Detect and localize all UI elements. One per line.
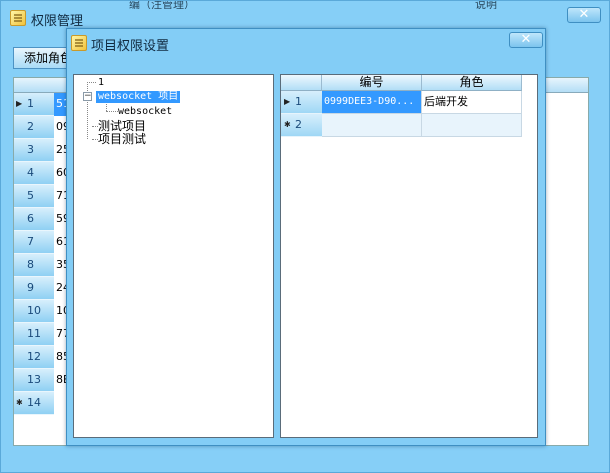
id-cell[interactable]: 0999DEE3-D90... bbox=[322, 91, 422, 114]
sticky-note-icon bbox=[71, 35, 87, 51]
close-icon: ✕ bbox=[578, 7, 590, 22]
close-button[interactable]: ✕ bbox=[567, 7, 601, 23]
column-header-id[interactable]: 编号 bbox=[322, 75, 422, 91]
row-header[interactable]: 9 bbox=[14, 277, 54, 300]
row-header[interactable]: 7 bbox=[14, 231, 54, 254]
tree-node-root[interactable]: 1 bbox=[98, 77, 104, 89]
project-permission-dialog: 项目权限设置 ✕ 1 − websocket 项目 websocket 测试项目… bbox=[66, 28, 546, 446]
row-header[interactable]: 11 bbox=[14, 323, 54, 346]
collapse-icon[interactable]: − bbox=[83, 92, 92, 101]
row-header[interactable]: 8 bbox=[14, 254, 54, 277]
row-header[interactable]: 3 bbox=[14, 139, 54, 162]
table-row-new[interactable]: ✱ 2 bbox=[281, 114, 522, 137]
tree-node-websocket[interactable]: websocket bbox=[118, 106, 172, 118]
sticky-note-icon bbox=[10, 10, 26, 26]
row-header[interactable]: 13 bbox=[14, 369, 54, 392]
row-header[interactable]: 4 bbox=[14, 162, 54, 185]
tree-connector bbox=[87, 82, 96, 83]
role-cell[interactable]: 后端开发 bbox=[422, 91, 522, 114]
window-title: 权限管理 bbox=[31, 14, 84, 29]
dialog-title: 项目权限设置 bbox=[91, 39, 170, 54]
row-number: 1 bbox=[295, 95, 302, 108]
tree-connector bbox=[106, 111, 118, 112]
grid-header: 编号 角色 bbox=[281, 75, 522, 91]
row-header[interactable]: 5 bbox=[14, 185, 54, 208]
partial-column-header: 编（注管理） bbox=[129, 1, 195, 9]
tree-node-test-project[interactable]: 测试项目 bbox=[98, 120, 146, 132]
dialog-close-button[interactable]: ✕ bbox=[509, 32, 543, 48]
row-header[interactable]: 14 bbox=[14, 392, 54, 415]
row-header[interactable]: 1 bbox=[14, 93, 54, 116]
partial-column-header: 说明 bbox=[475, 1, 497, 9]
row-number: 2 bbox=[295, 118, 302, 131]
table-row[interactable]: ▶ 1 0999DEE3-D90... 后端开发 bbox=[281, 91, 522, 114]
row-header[interactable]: ▶ 1 bbox=[281, 91, 322, 114]
role-grid[interactable]: 编号 角色 ▶ 1 0999DEE3-D90... 后端开发 ✱ 2 bbox=[280, 74, 538, 438]
new-row-asterisk-icon: ✱ bbox=[284, 120, 291, 129]
tree-node-websocket-project[interactable]: websocket 项目 bbox=[96, 91, 181, 103]
project-tree[interactable]: 1 − websocket 项目 websocket 测试项目 项目测试 bbox=[73, 74, 274, 438]
row-header[interactable]: 12 bbox=[14, 346, 54, 369]
row-header-corner bbox=[281, 75, 322, 91]
tree-node-project-test[interactable]: 项目测试 bbox=[98, 133, 146, 145]
row-header[interactable]: 2 bbox=[14, 116, 54, 139]
current-row-arrow-icon: ▶ bbox=[284, 97, 291, 106]
row-header[interactable]: 10 bbox=[14, 300, 54, 323]
id-cell[interactable] bbox=[322, 114, 422, 137]
row-header[interactable]: ✱ 2 bbox=[281, 114, 322, 137]
row-header[interactable]: 6 bbox=[14, 208, 54, 231]
close-icon: ✕ bbox=[520, 32, 532, 47]
column-header-role[interactable]: 角色 bbox=[422, 75, 522, 91]
role-cell[interactable] bbox=[422, 114, 522, 137]
